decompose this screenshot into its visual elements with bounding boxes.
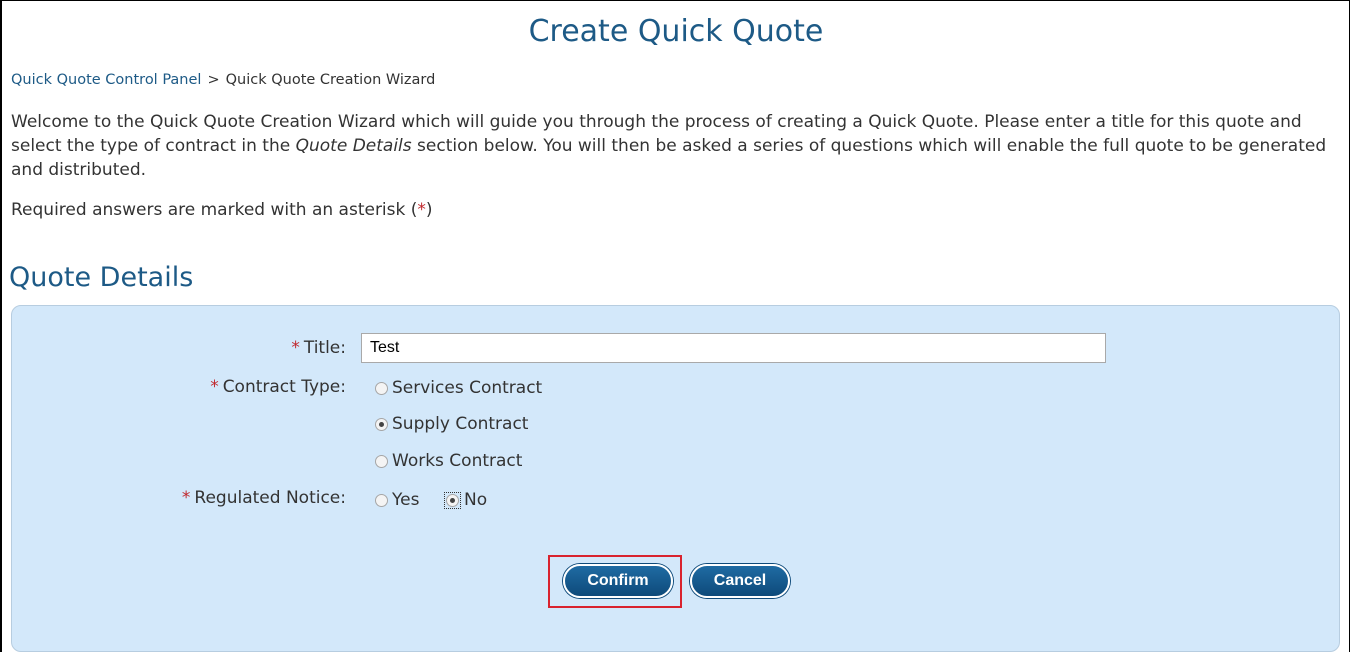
cancel-button[interactable]: Cancel (690, 564, 790, 598)
intro-emphasis: Quote Details (295, 136, 412, 156)
radio-option-works-contract[interactable]: Works Contract (375, 451, 522, 471)
regulated-notice-label: * Regulated Notice: (182, 488, 346, 508)
radio-option-supply-contract[interactable]: Supply Contract (375, 414, 528, 434)
required-asterisk: * (291, 338, 300, 358)
section-title: Quote Details (9, 262, 194, 293)
contract-type-label-text: Contract Type: (222, 377, 346, 397)
radio-button[interactable] (375, 454, 388, 468)
required-asterisk: * (181, 488, 191, 508)
radio-label: Yes (392, 490, 420, 510)
radio-button[interactable] (375, 417, 388, 431)
contract-type-label: * Contract Type: (210, 377, 346, 397)
title-label-text: Title: (303, 338, 346, 358)
required-note-asterisk: * (417, 200, 426, 220)
regulated-notice-label-text: Regulated Notice: (194, 488, 346, 508)
breadcrumb: Quick Quote Control Panel > Quick Quote Cr… (11, 72, 435, 88)
confirm-button[interactable]: Confirm (563, 564, 673, 598)
required-note-after: ) (425, 200, 433, 220)
radio-focus-ring (444, 491, 461, 509)
required-note: Required answers are marked with an aste… (11, 200, 433, 220)
radio-label: Works Contract (392, 451, 523, 471)
radio-option-services-contract[interactable]: Services Contract (375, 378, 542, 398)
radio-label: Services Contract (392, 378, 543, 398)
radio-button[interactable] (446, 493, 459, 507)
radio-button[interactable] (375, 493, 388, 507)
radio-option-regulated-no[interactable]: No (444, 490, 487, 510)
breadcrumb-separator: > (207, 72, 220, 88)
required-note-before: Required answers are marked with an aste… (11, 200, 418, 220)
title-label: * Title: (291, 338, 346, 358)
radio-label: No (464, 490, 488, 510)
radio-button[interactable] (375, 381, 388, 395)
breadcrumb-link-control-panel[interactable]: Quick Quote Control Panel (11, 72, 201, 88)
required-asterisk: * (210, 377, 219, 397)
breadcrumb-current: Quick Quote Creation Wizard (225, 72, 436, 88)
page-title: Create Quick Quote (528, 14, 824, 49)
title-input[interactable] (361, 333, 1106, 363)
radio-option-regulated-yes[interactable]: Yes (375, 490, 419, 510)
intro-text: Welcome to the Quick Quote Creation Wiza… (11, 110, 1341, 182)
radio-label: Supply Contract (392, 414, 529, 434)
